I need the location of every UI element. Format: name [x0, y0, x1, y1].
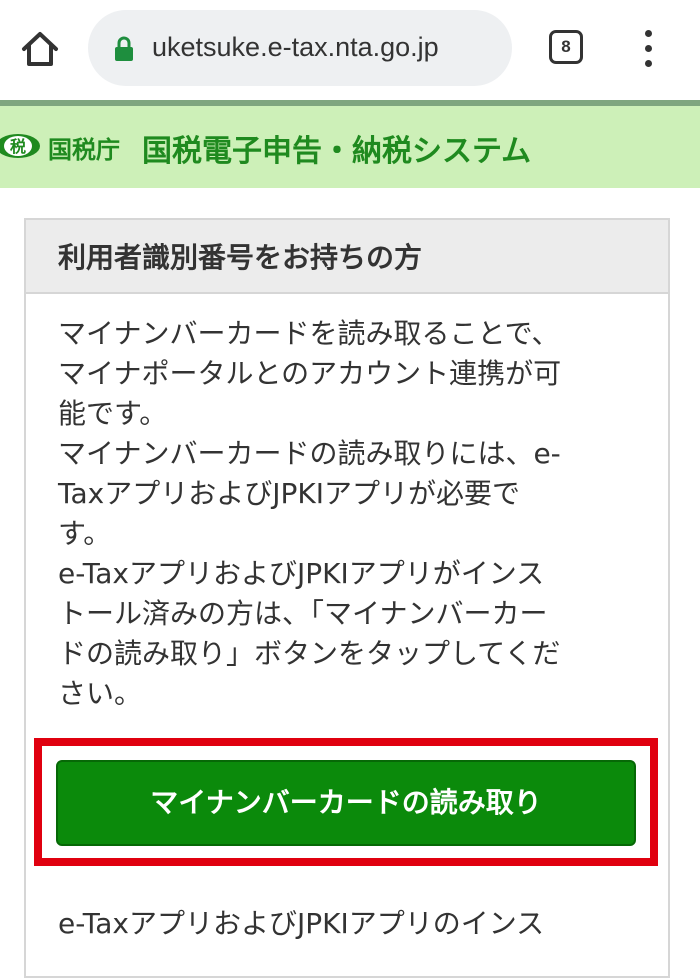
description-line: マイナポータルとのアカウント連携が可 — [58, 357, 562, 390]
tab-count-icon[interactable]: 8 — [549, 30, 583, 64]
description-line: e-TaxアプリおよびJPKIアプリがインス — [58, 557, 545, 590]
description-line: TaxアプリおよびJPKIアプリが必要で — [58, 477, 520, 510]
lock-icon — [114, 36, 134, 62]
site-header: 税 国税庁 国税電子申告・納税システム — [0, 100, 700, 188]
description-line: ドの読み取り」ボタンをタップしてくだ — [58, 637, 561, 670]
description-line: トール済みの方は、「マイナンバーカー — [58, 597, 548, 630]
svg-text:税: 税 — [10, 137, 26, 156]
agency-name[interactable]: 国税庁 — [48, 130, 120, 165]
home-icon[interactable] — [18, 27, 62, 71]
url-text: uketsuke.e-tax.nta.go.jp — [152, 32, 439, 62]
description-line: マイナンバーカードを読み取ることで、 — [58, 317, 560, 350]
description-line: 能です。 — [58, 397, 168, 430]
card-header: 利用者識別番号をお持ちの方 — [26, 220, 668, 294]
browser-toolbar: uketsuke.e-tax.nta.go.jp 8 — [0, 0, 700, 100]
description-line: さい。 — [58, 677, 143, 710]
nta-logo-icon[interactable]: 税 — [0, 132, 42, 160]
card-description: マイナンバーカードを読み取ることで、 マイナポータルとのアカウント連携が可 能で… — [58, 314, 648, 714]
user-id-holder-card: 利用者識別番号をお持ちの方 マイナンバーカードを読み取ることで、 マイナポータル… — [24, 218, 670, 978]
read-mynumber-card-button[interactable]: マイナンバーカードの読み取り — [56, 760, 636, 846]
more-menu-icon[interactable] — [634, 28, 662, 68]
card-title: 利用者識別番号をお持ちの方 — [58, 241, 423, 274]
description-line: マイナンバーカードの読み取りには、e- — [58, 437, 561, 470]
install-info-text: e-TaxアプリおよびJPKIアプリのインス — [58, 907, 545, 940]
description-line: す。 — [58, 517, 112, 550]
address-bar[interactable]: uketsuke.e-tax.nta.go.jp — [88, 10, 512, 86]
system-title[interactable]: 国税電子申告・納税システム — [142, 126, 531, 170]
highlight-annotation: マイナンバーカードの読み取り — [34, 738, 658, 866]
